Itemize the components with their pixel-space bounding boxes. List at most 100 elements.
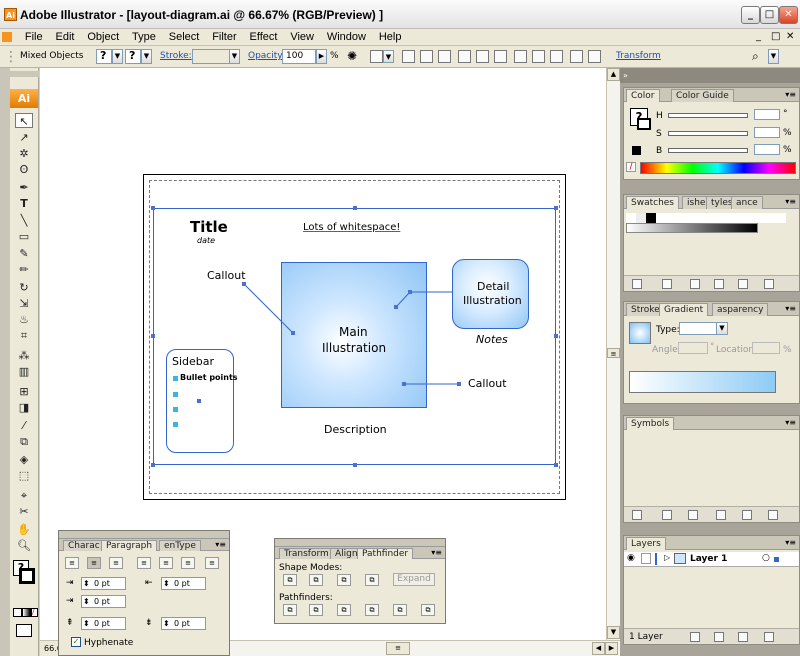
layer-name[interactable]: Layer 1 <box>690 554 727 564</box>
swatch-libraries-icon[interactable] <box>632 279 642 289</box>
maximize-button[interactable]: □ <box>760 6 779 24</box>
break-link-icon[interactable] <box>688 510 698 520</box>
tab-character[interactable]: Charac <box>63 540 105 551</box>
tab-layers[interactable]: Layers <box>626 537 666 550</box>
menu-filter[interactable]: Filter <box>207 29 241 45</box>
tab-paragraph[interactable]: Paragraph <box>101 540 158 551</box>
rotate-tool-icon[interactable]: ↻ <box>15 280 33 295</box>
scale-tool-icon[interactable]: ⇲ <box>15 296 33 311</box>
tab-opentype[interactable]: enType <box>159 540 201 551</box>
expand-triangle-icon[interactable]: ▷ <box>664 553 670 562</box>
gradient-mode-icon[interactable] <box>22 608 31 617</box>
warp-tool-icon[interactable]: ♨ <box>15 312 33 327</box>
free-transform-tool-icon[interactable]: ⌗ <box>15 328 33 343</box>
color-mode-icon[interactable] <box>13 608 22 617</box>
symbol-options-icon[interactable] <box>716 510 726 520</box>
gradient-preview[interactable] <box>629 322 651 344</box>
stroke-weight-field[interactable] <box>192 49 230 64</box>
tab-pathfinder[interactable]: Pathfinder <box>357 548 414 559</box>
fill-swatch[interactable]: ? <box>96 49 112 64</box>
hand-tool-icon[interactable]: ✋ <box>15 522 33 537</box>
justify-all-icon[interactable]: ≡ <box>205 557 219 569</box>
hue-slider[interactable] <box>668 113 748 118</box>
graphic-style-dropdown[interactable]: ▼ <box>383 50 394 63</box>
swatch-row-grays[interactable] <box>626 223 758 233</box>
crop-tool-icon[interactable]: ⌖ <box>15 488 33 503</box>
scroll-up-button[interactable]: ▲ <box>607 68 620 81</box>
gradient-slider[interactable] <box>629 371 776 393</box>
right-indent-field[interactable]: 0 pt <box>161 577 206 590</box>
align-left-text-icon[interactable]: ≡ <box>65 557 79 569</box>
align-top-icon[interactable] <box>458 50 471 63</box>
delete-symbol-icon[interactable] <box>768 510 778 520</box>
tab-transform[interactable]: Transform <box>279 548 334 559</box>
exclude-icon[interactable]: ⧉ <box>365 574 379 586</box>
align-left-icon[interactable] <box>402 50 415 63</box>
swatch-options-icon[interactable] <box>690 279 700 289</box>
color-spectrum[interactable] <box>640 162 796 174</box>
horizontal-scroll-thumb[interactable]: ≡ <box>386 642 410 655</box>
panel-menu-icon[interactable]: ▾≡ <box>785 304 796 313</box>
new-symbol-icon[interactable] <box>742 510 752 520</box>
black-swatch[interactable] <box>632 146 641 155</box>
divide-icon[interactable]: ⧉ <box>283 604 297 616</box>
selection-tool-icon[interactable]: ↖ <box>15 113 33 128</box>
angle-field[interactable] <box>678 342 708 354</box>
outline-icon[interactable]: ⧉ <box>393 604 407 616</box>
unite-icon[interactable]: ⧉ <box>283 574 297 586</box>
pencil-tool-icon[interactable]: ✏ <box>15 262 33 277</box>
tab-color-guide[interactable]: Color Guide <box>671 89 734 102</box>
fill-stroke-icon[interactable]: ? <box>13 560 35 588</box>
align-middle-icon[interactable] <box>476 50 489 63</box>
tab-gradient[interactable]: Gradient <box>659 303 709 316</box>
menu-edit[interactable]: Edit <box>50 29 79 45</box>
live-paint-tool-icon[interactable]: ◈ <box>15 452 33 467</box>
delete-layer-icon[interactable] <box>764 632 774 642</box>
type-tool-icon[interactable]: T <box>15 196 33 211</box>
distribute-left-icon[interactable] <box>570 50 583 63</box>
show-swatch-kinds-icon[interactable] <box>662 279 672 289</box>
crop-icon[interactable]: ⧉ <box>365 604 379 616</box>
swatch-row-basic[interactable] <box>626 213 786 223</box>
panel-menu-icon[interactable]: ▾≡ <box>785 538 796 547</box>
menu-help[interactable]: Help <box>374 29 407 45</box>
saturation-field[interactable] <box>754 127 780 138</box>
minus-back-icon[interactable]: ⧉ <box>421 604 435 616</box>
saturation-slider[interactable] <box>668 131 748 136</box>
paintbrush-tool-icon[interactable]: ✎ <box>15 246 33 261</box>
blend-tool-icon[interactable]: ⧉ <box>15 434 33 449</box>
stroke-weight-dropdown[interactable]: ▼ <box>229 49 240 64</box>
align-right-icon[interactable] <box>438 50 451 63</box>
magic-wand-tool-icon[interactable]: ✲ <box>15 146 33 161</box>
delete-swatch-icon[interactable] <box>764 279 774 289</box>
symbol-sprayer-tool-icon[interactable]: ⁂ <box>15 348 33 363</box>
direct-selection-tool-icon[interactable]: ↗ <box>15 130 33 145</box>
screen-mode-icon[interactable] <box>16 624 32 637</box>
panel-menu-icon[interactable]: ▾≡ <box>785 90 796 99</box>
menu-view[interactable]: View <box>285 29 319 45</box>
doc-icon[interactable] <box>0 29 17 45</box>
intersect-icon[interactable]: ⧉ <box>337 574 351 586</box>
scroll-left-button[interactable]: ◀ <box>592 642 605 655</box>
distribute-top-icon[interactable] <box>514 50 527 63</box>
layer-row[interactable]: ◉ ▷ Layer 1 ○ <box>624 552 799 567</box>
new-sublayer-icon[interactable] <box>714 632 724 642</box>
distribute-bottom-icon[interactable] <box>550 50 563 63</box>
minus-front-icon[interactable]: ⧉ <box>309 574 323 586</box>
tab-transparency[interactable]: asparency <box>712 303 769 316</box>
space-after-field[interactable]: 0 pt <box>161 617 206 630</box>
make-clipping-mask-icon[interactable] <box>690 632 700 642</box>
opacity-field[interactable]: 100 <box>282 49 316 64</box>
column-graph-tool-icon[interactable]: ▥ <box>15 364 33 379</box>
panel-menu-icon[interactable]: ▾≡ <box>431 548 442 557</box>
tab-symbols[interactable]: Symbols <box>626 417 675 430</box>
menu-select[interactable]: Select <box>164 29 205 45</box>
pen-tool-icon[interactable]: ✒ <box>15 180 33 195</box>
close-button[interactable]: ✕ <box>779 6 798 24</box>
eye-icon[interactable]: ◉ <box>627 553 635 563</box>
brightness-field[interactable] <box>754 144 780 155</box>
graphic-style-icon[interactable] <box>370 50 383 63</box>
align-center-icon[interactable] <box>420 50 433 63</box>
none-color-icon[interactable]: / <box>626 162 636 172</box>
style-icon[interactable]: ✺ <box>347 49 357 63</box>
